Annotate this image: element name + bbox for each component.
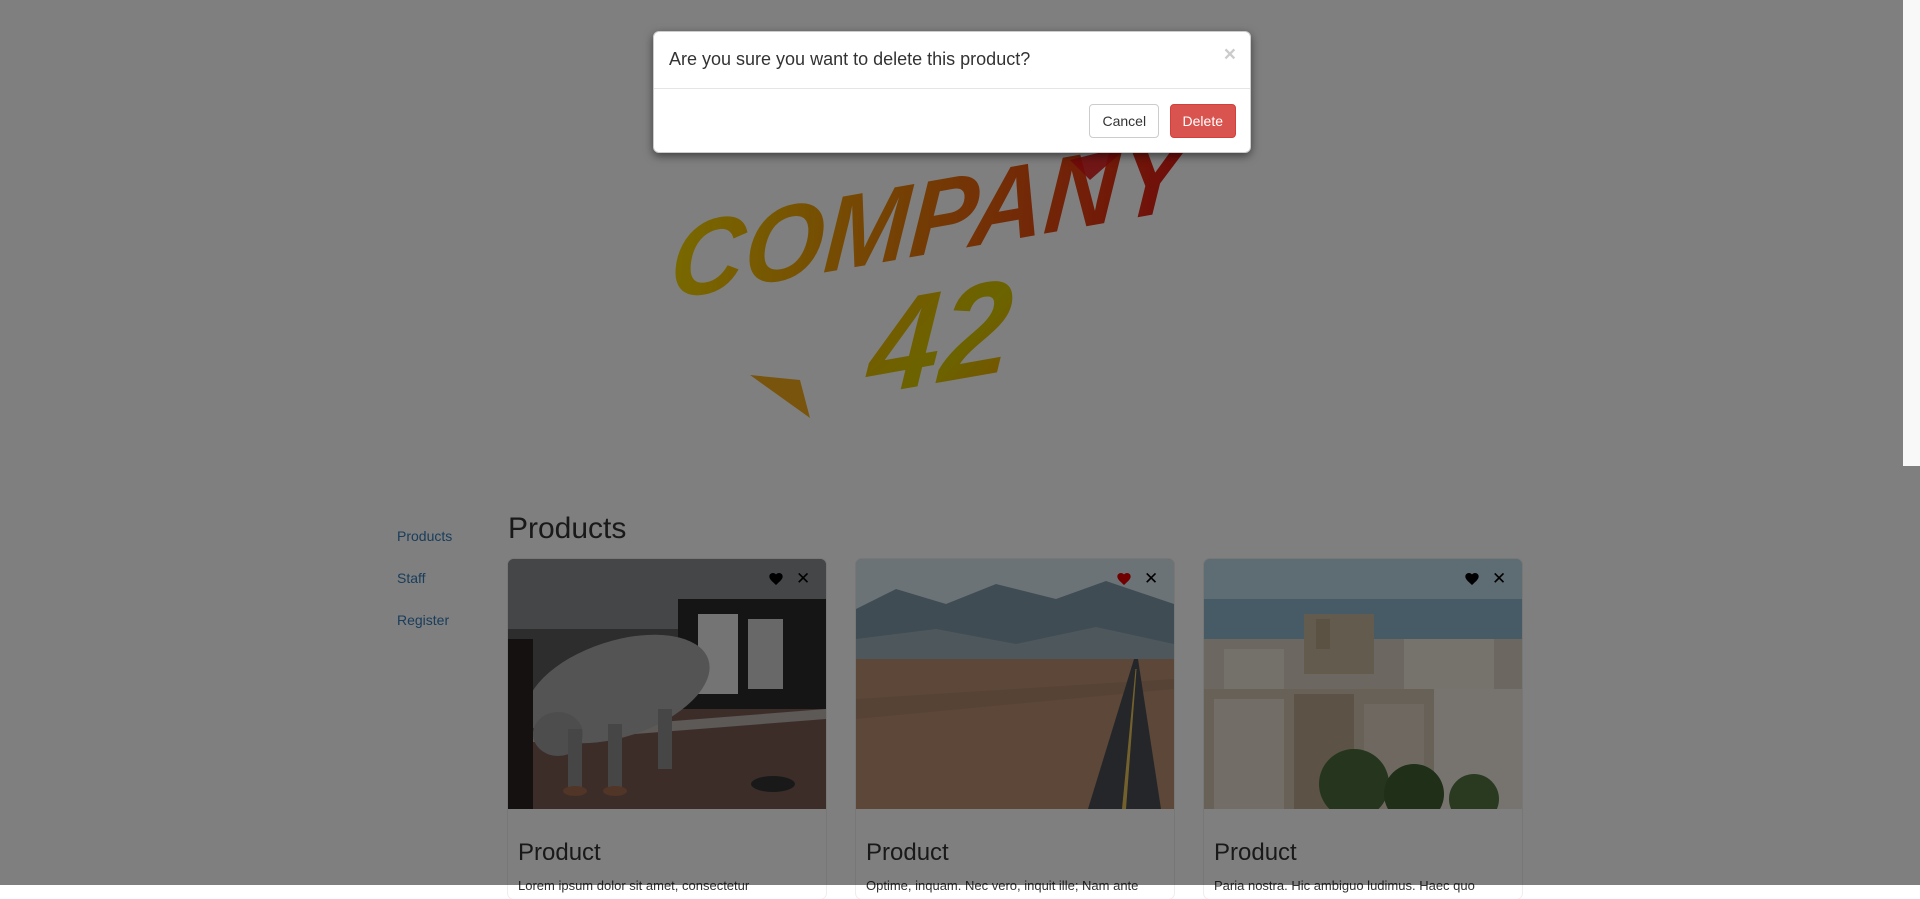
scrollbar-gutter xyxy=(1903,0,1920,466)
delete-confirm-modal: Are you sure you want to delete this pro… xyxy=(653,31,1251,153)
modal-close-icon[interactable]: × xyxy=(1224,44,1236,65)
cancel-button[interactable]: Cancel xyxy=(1089,104,1160,138)
delete-button[interactable]: Delete xyxy=(1169,104,1236,138)
modal-title: Are you sure you want to delete this pro… xyxy=(669,49,1031,69)
modal-header: Are you sure you want to delete this pro… xyxy=(654,32,1250,89)
modal-footer: Cancel Delete xyxy=(1083,104,1236,138)
